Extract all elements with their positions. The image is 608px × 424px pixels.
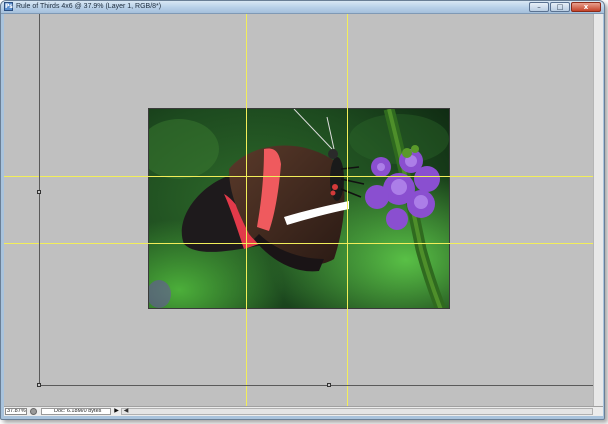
horizontal-scrollbar[interactable]: ◀	[121, 408, 593, 415]
vertical-scrollbar[interactable]	[593, 14, 603, 406]
crop-box-left-edge[interactable]	[39, 14, 40, 386]
crop-handle-left-middle[interactable]	[37, 190, 41, 194]
horizontal-guide-bottom[interactable]	[4, 243, 593, 244]
vertical-guide-right[interactable]	[347, 14, 348, 406]
document-size-info: Doc: 6.18M/0 bytes	[41, 408, 111, 415]
window-controls: – □ x	[529, 2, 601, 12]
vertical-guide-left[interactable]	[246, 14, 247, 406]
canvas-area[interactable]	[4, 14, 593, 406]
close-button[interactable]: x	[571, 2, 601, 12]
crop-box-bottom-edge[interactable]	[39, 385, 593, 386]
scroll-left-arrow-icon[interactable]: ◀	[122, 408, 130, 415]
zoom-level-field[interactable]: 37.87%	[5, 408, 27, 415]
status-menu-arrow-icon[interactable]: ▶	[113, 408, 120, 415]
butterfly-photo[interactable]	[148, 108, 450, 309]
crop-handle-bottom-middle[interactable]	[327, 383, 331, 387]
butterfly-photo-image	[149, 109, 449, 308]
maximize-button[interactable]: □	[550, 2, 570, 12]
photoshop-app-icon[interactable]: Ps	[4, 2, 13, 11]
status-info-icon[interactable]	[30, 408, 37, 415]
minimize-button[interactable]: –	[529, 2, 549, 12]
horizontal-guide-top[interactable]	[4, 176, 593, 177]
status-bar: 37.87% Doc: 6.18M/0 bytes ▶ ◀	[4, 406, 603, 416]
document-title: Rule of Thirds 4x6 @ 37.9% (Layer 1, RGB…	[16, 3, 162, 10]
document-window: Ps Rule of Thirds 4x6 @ 37.9% (Layer 1, …	[0, 0, 605, 420]
title-bar[interactable]: Ps Rule of Thirds 4x6 @ 37.9% (Layer 1, …	[1, 1, 604, 14]
crop-handle-bottom-left[interactable]	[37, 383, 41, 387]
